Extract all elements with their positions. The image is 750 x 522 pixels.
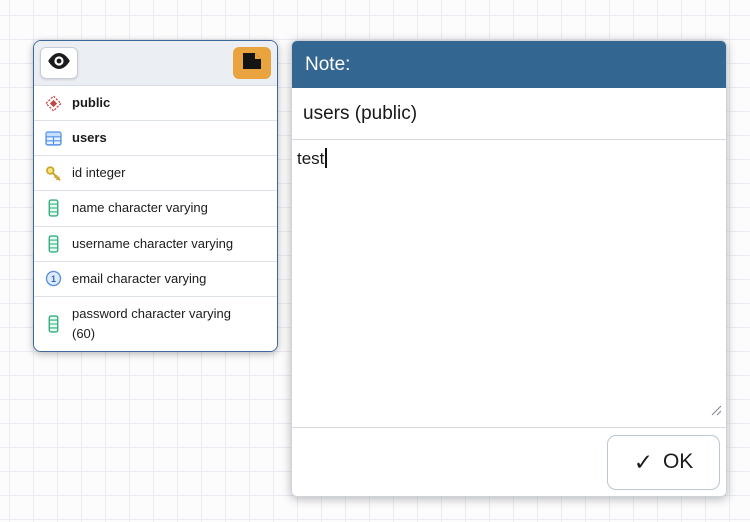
note-subject-text: users (public): [303, 103, 417, 125]
resize-handle-icon[interactable]: [711, 398, 722, 424]
column-label: username character varying: [72, 234, 233, 254]
schema-name: public: [72, 93, 110, 113]
column-label: id integer: [72, 163, 125, 183]
show-details-button[interactable]: [40, 47, 78, 79]
column-label: email character varying: [72, 269, 206, 289]
table-row[interactable]: users: [34, 121, 277, 156]
table-name: users: [72, 128, 107, 148]
note-dialog-header: Note:: [292, 41, 726, 88]
note-button[interactable]: [233, 47, 271, 79]
column-label: password character varying (60): [72, 304, 243, 344]
table-icon: [44, 131, 62, 146]
table-node-toolbar: [34, 41, 277, 86]
column-row-id[interactable]: id integer: [34, 156, 277, 191]
note-text: test: [297, 149, 324, 168]
note-dialog-title: Note:: [305, 54, 350, 76]
column-icon: [44, 235, 62, 253]
unique-key-icon: 1: [44, 270, 62, 287]
note-textarea[interactable]: test: [292, 140, 726, 428]
column-icon: [44, 199, 62, 217]
eye-icon: [47, 52, 71, 75]
table-node: public users id integer: [33, 40, 278, 352]
column-icon: [44, 315, 62, 333]
note-dialog: Note: users (public) test ✓ OK: [291, 40, 727, 497]
text-caret: [325, 148, 327, 168]
ok-button-label: OK: [663, 450, 693, 474]
primary-key-icon: [44, 165, 62, 182]
note-dialog-footer: ✓ OK: [292, 428, 726, 496]
note-subject: users (public): [292, 88, 726, 140]
schema-icon: [44, 95, 62, 112]
schema-row[interactable]: public: [34, 86, 277, 121]
note-icon: [241, 52, 263, 75]
svg-text:1: 1: [50, 274, 55, 284]
check-icon: ✓: [634, 451, 653, 474]
column-row-username[interactable]: username character varying: [34, 227, 277, 262]
column-row-name[interactable]: name character varying: [34, 191, 277, 226]
ok-button[interactable]: ✓ OK: [607, 435, 720, 490]
column-row-password[interactable]: password character varying (60): [34, 297, 277, 351]
column-row-email[interactable]: 1 email character varying: [34, 262, 277, 297]
column-label: name character varying: [72, 198, 208, 218]
